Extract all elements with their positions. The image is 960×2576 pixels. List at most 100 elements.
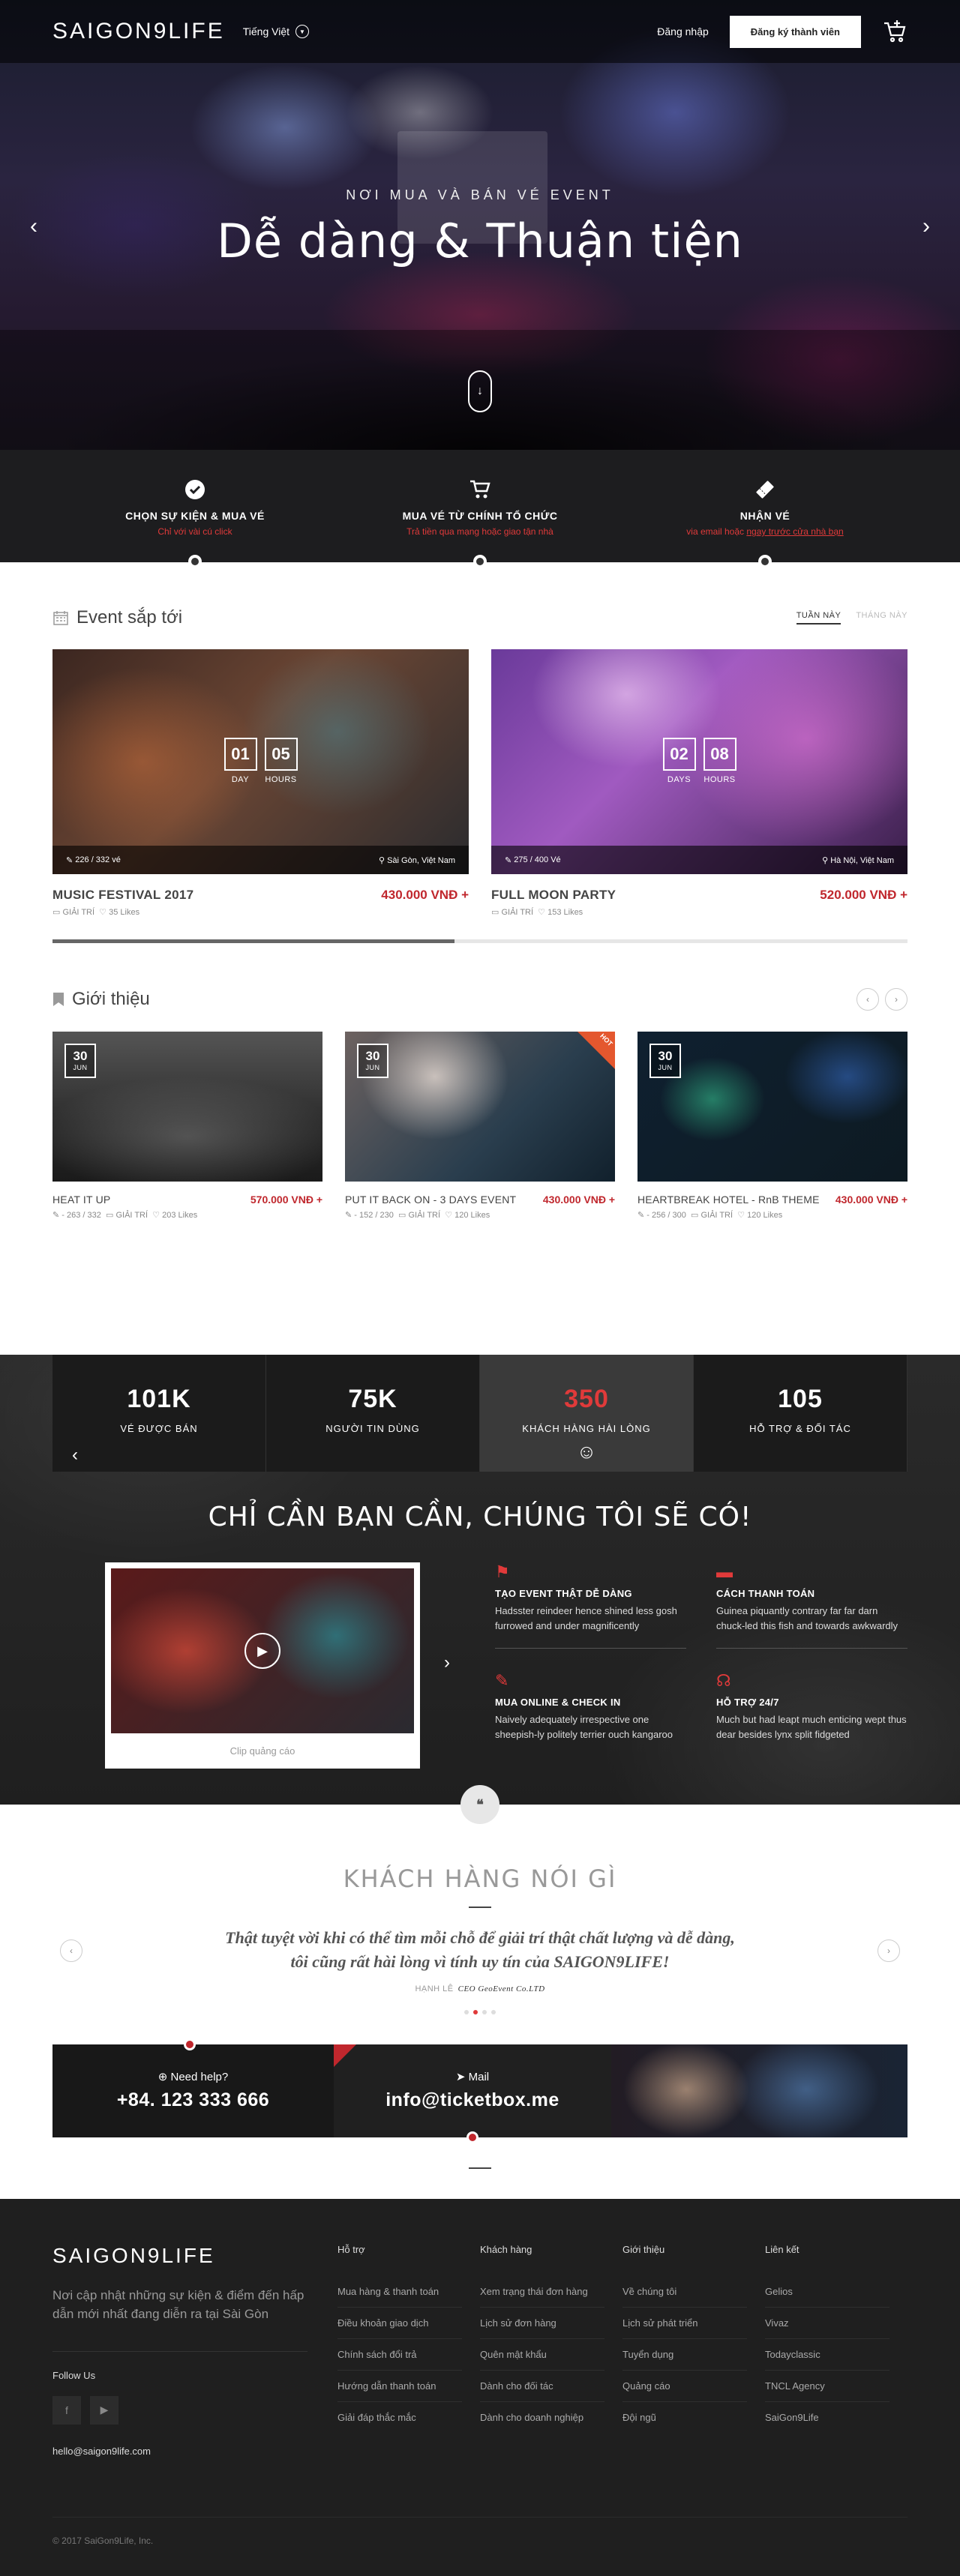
footer-link[interactable]: Hướng dẫn thanh toán <box>338 2371 462 2402</box>
party-photo <box>611 2044 908 2137</box>
footer-link[interactable]: Quảng cáo <box>622 2371 747 2402</box>
scrollbar-thumb[interactable] <box>52 939 454 943</box>
chevron-right-icon[interactable]: › <box>444 1652 450 1673</box>
heart-icon[interactable]: ♡ <box>152 1211 162 1220</box>
play-icon[interactable]: ▶ <box>244 1633 280 1669</box>
promo-video[interactable]: ▶ <box>111 1568 414 1733</box>
pagination-dot-active[interactable] <box>473 2009 478 2014</box>
pagination-dot[interactable] <box>464 2009 469 2014</box>
featured-image[interactable]: 30 JUN HOT <box>345 1032 615 1182</box>
chevron-left-icon[interactable]: ‹ <box>72 1445 78 1466</box>
footer-link[interactable]: SaiGon9Life <box>765 2402 890 2433</box>
event-location-text: Sài Gòn, Việt Nam <box>387 855 455 865</box>
event-card[interactable]: 02 DAYS 08 HOURS ✎ 275 / 400 Vé ⚲ Hà Nội, … <box>491 649 908 917</box>
footer-link[interactable]: Quên mật khẩu <box>480 2339 604 2371</box>
feature-item: ✎ MUA ONLINE & CHECK IN Naively adequate… <box>495 1671 686 1757</box>
footer-link[interactable]: Giải đáp thắc mắc <box>338 2402 462 2433</box>
calendar-icon <box>53 611 68 625</box>
chevron-left-icon[interactable]: ‹ <box>856 988 879 1011</box>
tickets-total: 300 <box>672 1211 686 1220</box>
event-image[interactable]: 01 DAY 05 HOURS ✎ 226 / 332 vé ⚲ Sài Gòn, … <box>52 649 469 874</box>
heart-icon[interactable]: ♡ <box>445 1211 454 1220</box>
language-selector[interactable]: Tiếng Việt ▼ <box>243 25 309 38</box>
footer-link[interactable]: Todayclassic <box>765 2339 890 2371</box>
event-meta: ▭ GIẢI TRÍ ♡ 153 Likes <box>491 907 908 917</box>
heart-icon[interactable]: ♡ <box>538 908 548 917</box>
login-link[interactable]: Đăng nhập <box>657 25 709 37</box>
pagination-dot[interactable] <box>482 2009 487 2014</box>
testimonial-author: HẠNH LÊ CEO GeoEvent Co.LTD <box>0 1984 960 1993</box>
chevron-down-icon: ▼ <box>296 25 309 38</box>
step-title: NHẬN VÉ <box>740 510 790 522</box>
delivery-link[interactable]: ngay trước cửa nhà bạn <box>746 526 843 537</box>
ticket-icon: ✎ - <box>638 1211 652 1220</box>
ticket-icon: ✎ - <box>345 1211 359 1220</box>
chevron-right-icon[interactable]: › <box>885 988 908 1011</box>
footer-link[interactable]: Mua hàng & thanh toán <box>338 2276 462 2308</box>
register-button[interactable]: Đăng ký thành viên <box>729 15 861 48</box>
countdown-hours-label: HOURS <box>265 775 297 784</box>
mail-label-text: Mail <box>468 2070 490 2083</box>
featured-image[interactable]: 30 JUN <box>638 1032 908 1182</box>
event-image[interactable]: 02 DAYS 08 HOURS ✎ 275 / 400 Vé ⚲ Hà Nội, … <box>491 649 908 874</box>
event-location: ⚲ Sài Gòn, Việt Nam <box>379 855 455 865</box>
featured-card[interactable]: 30 JUN HEAT IT UP 570.000 VNĐ + ✎ - 263 / … <box>52 1032 322 1220</box>
footer-link[interactable]: Gelios <box>765 2276 890 2308</box>
footer-link[interactable]: TNCL Agency <box>765 2371 890 2402</box>
featured-name[interactable]: HEARTBREAK HOTEL - RnB THEME <box>638 1194 820 1206</box>
featured-name[interactable]: HEAT IT UP <box>52 1194 110 1206</box>
footer-link[interactable]: Đội ngũ <box>622 2402 747 2433</box>
stat-tickets-sold: 101K VÉ ĐƯỢC BÁN <box>52 1355 266 1472</box>
mail-label: ➤ Mail <box>334 2070 611 2083</box>
help-phone[interactable]: +84. 123 333 666 <box>52 2089 334 2111</box>
heart-icon[interactable]: ♡ <box>99 908 109 917</box>
featured-category[interactable]: GIẢI TRÍ <box>700 1211 733 1220</box>
featured-category[interactable]: GIẢI TRÍ <box>116 1211 148 1220</box>
hero-title: Dễ dàng & Thuận tiện <box>217 214 743 268</box>
scroll-down-icon[interactable]: ↓ <box>468 370 492 412</box>
carousel-scrollbar[interactable] <box>52 939 908 943</box>
step-marker[interactable] <box>758 555 772 568</box>
footer-link[interactable]: Chính sách đổi trả <box>338 2339 462 2371</box>
tab-this-week[interactable]: TUẦN NÀY <box>796 611 842 625</box>
event-category[interactable]: GIẢI TRÍ <box>501 908 533 917</box>
footer-email[interactable]: hello@saigon9life.com <box>52 2446 308 2457</box>
ticket-count: 226 / 332 vé <box>75 855 121 864</box>
youtube-icon[interactable]: ▶ <box>90 2395 118 2425</box>
featured-card[interactable]: 30 JUN HOT PUT IT BACK ON - 3 DAYS EVENT 4… <box>345 1032 615 1220</box>
event-name[interactable]: FULL MOON PARTY <box>491 888 616 903</box>
step-marker[interactable] <box>473 555 487 568</box>
footer-link[interactable]: Lịch sử đơn hàng <box>480 2308 604 2339</box>
event-category[interactable]: GIẢI TRÍ <box>62 908 94 917</box>
site-logo[interactable]: SAIGON9LIFE <box>52 19 225 44</box>
featured-image[interactable]: 30 JUN <box>52 1032 322 1182</box>
footer-link[interactable]: Dành cho doanh nghiệp <box>480 2402 604 2433</box>
cart-icon[interactable] <box>882 19 908 44</box>
footer-link[interactable]: Dành cho đối tác <box>480 2371 604 2402</box>
footer-link[interactable]: Xem trạng thái đơn hàng <box>480 2276 604 2308</box>
footer-link[interactable]: Tuyển dụng <box>622 2339 747 2371</box>
footer-link[interactable]: Về chúng tôi <box>622 2276 747 2308</box>
feature-desc: Hadsster reindeer hence shined less gosh… <box>495 1605 677 1631</box>
event-name[interactable]: MUSIC FESTIVAL 2017 <box>52 888 194 903</box>
heart-icon[interactable]: ♡ <box>737 1211 747 1220</box>
featured-card[interactable]: 30 JUN HEARTBREAK HOTEL - RnB THEME 430.00… <box>638 1032 908 1220</box>
date-badge: 30 JUN <box>650 1044 681 1078</box>
help-icon: ⊕ <box>158 2070 171 2083</box>
featured-name[interactable]: PUT IT BACK ON - 3 DAYS EVENT <box>345 1194 516 1206</box>
facebook-icon[interactable]: f <box>52 2395 81 2425</box>
countdown-hours: 08 <box>703 738 736 771</box>
pagination-dot[interactable] <box>491 2009 496 2014</box>
footer-link[interactable]: Lịch sử phát triển <box>622 2308 747 2339</box>
mail-address[interactable]: info@ticketbox.me <box>334 2089 611 2111</box>
footer-link[interactable]: Điều khoản giao dịch <box>338 2308 462 2339</box>
footer-link[interactable]: Vivaz <box>765 2308 890 2339</box>
chevron-left-icon[interactable]: ‹ <box>60 1939 82 1962</box>
step-marker[interactable] <box>188 555 202 568</box>
footer-logo[interactable]: SAIGON9LIFE <box>52 2244 308 2268</box>
featured-category[interactable]: GIẢI TRÍ <box>408 1211 440 1220</box>
contact-strip: ⊕ Need help? +84. 123 333 666 ➤ Mail inf… <box>0 2038 960 2169</box>
event-card[interactable]: 01 DAY 05 HOURS ✎ 226 / 332 vé ⚲ Sài Gòn, … <box>52 649 469 917</box>
chevron-right-icon[interactable]: › <box>878 1939 900 1962</box>
tab-this-month[interactable]: THÁNG NÀY <box>856 611 908 625</box>
